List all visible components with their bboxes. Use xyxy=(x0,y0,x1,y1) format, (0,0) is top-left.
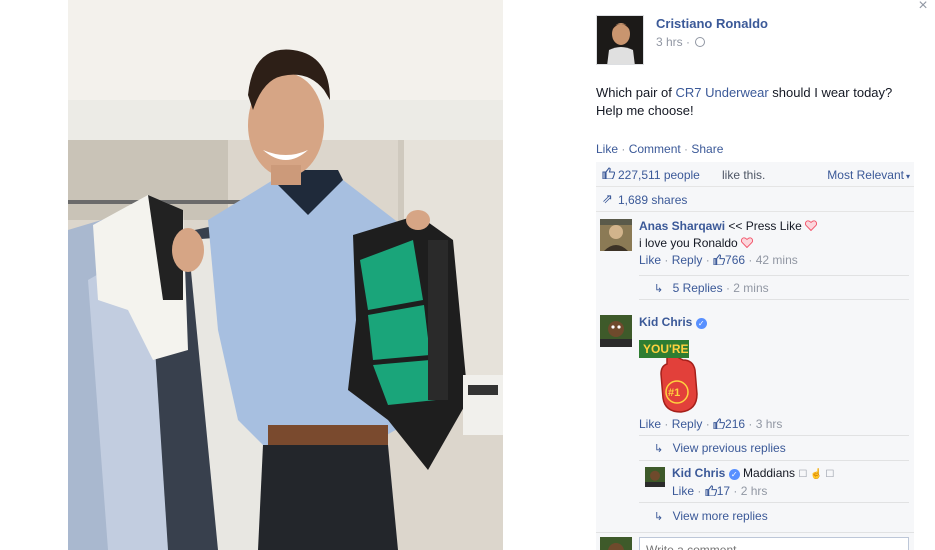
divider xyxy=(639,299,909,300)
view-more-row[interactable]: ↳ View more replies xyxy=(654,508,768,526)
own-avatar xyxy=(600,537,632,550)
reply-avatar[interactable] xyxy=(645,467,665,487)
verified-badge-icon: ✓ xyxy=(728,469,740,480)
comment-author[interactable]: Anas Sharqawi xyxy=(639,219,725,233)
likes-rest: like this. xyxy=(722,168,766,182)
view-previous-replies-link[interactable]: View previous replies xyxy=(673,441,786,455)
comment-button[interactable]: Comment xyxy=(629,142,681,156)
shares-row: ⇗ 1,689 shares xyxy=(596,187,914,212)
comment-like-count[interactable]: 766 xyxy=(725,253,745,267)
replies-time: 2 mins xyxy=(733,281,769,295)
share-button[interactable]: Share xyxy=(691,142,723,156)
verified-badge-icon: ✓ xyxy=(695,318,707,329)
reply-time[interactable]: 2 hrs xyxy=(741,484,768,498)
reply-arrow-icon: ↳ xyxy=(654,443,664,455)
post-meta: 3 hrs · xyxy=(656,35,706,49)
comment-item: Kid Chris ✓ YOU'RE #1 Like · Reply · 216… xyxy=(596,312,914,524)
reply-like-count[interactable]: 17 xyxy=(717,484,730,498)
caret-down-icon: ▾ xyxy=(905,172,910,181)
post-panel: Cristiano Ronaldo 3 hrs · Which pair of … xyxy=(585,0,925,550)
comment-like-link[interactable]: Like xyxy=(639,417,661,431)
reply-text: Maddians xyxy=(739,466,799,480)
reply-author[interactable]: Kid Chris xyxy=(672,466,725,480)
comment-text: << Press Like xyxy=(725,219,802,233)
comment-text-line2: i love you Ronaldo xyxy=(639,236,738,250)
photo-area xyxy=(0,0,575,550)
likes-count[interactable]: 227,511 people xyxy=(618,168,700,182)
post-photo-illustration xyxy=(68,0,503,550)
avatar-image xyxy=(597,16,643,64)
share-arrow-icon: ⇗ xyxy=(602,191,613,206)
avatar-image xyxy=(645,467,665,487)
post-photo[interactable] xyxy=(68,0,503,550)
foam-finger-sticker-icon: YOU'RE #1 xyxy=(639,340,698,413)
reply-meta: Like · 17 · 2 hrs xyxy=(672,484,768,498)
commenter-avatar[interactable] xyxy=(600,219,632,251)
post-text-before: Which pair of xyxy=(596,85,676,100)
avatar-image xyxy=(600,537,632,550)
post-link[interactable]: CR7 Underwear xyxy=(675,85,768,100)
placeholder-glyph-icon: ☐ ☝ ☐ xyxy=(798,469,835,480)
comment-like-link[interactable]: Like xyxy=(639,253,661,267)
comment-time[interactable]: 42 mins xyxy=(756,253,798,267)
comment-like-count[interactable]: 216 xyxy=(725,417,745,431)
view-previous-row[interactable]: ↳ View previous replies xyxy=(654,440,786,458)
comment-time[interactable]: 3 hrs xyxy=(756,417,783,431)
post-actions: Like · Comment · Share xyxy=(596,142,723,156)
view-more-replies-link[interactable]: View more replies xyxy=(673,509,768,523)
thumbs-up-icon xyxy=(602,167,615,179)
likes-row: 227,511 people like this. Most Relevant ▾ xyxy=(596,162,914,187)
reply-arrow-icon: ↳ xyxy=(654,283,664,295)
thumbs-up-icon xyxy=(705,485,717,497)
comment-reply-link[interactable]: Reply xyxy=(672,417,703,431)
divider xyxy=(639,502,909,503)
like-button[interactable]: Like xyxy=(596,142,618,156)
sort-dropdown[interactable]: Most Relevant ▾ xyxy=(827,168,910,182)
sort-label: Most Relevant xyxy=(827,168,904,182)
replies-link[interactable]: 5 Replies xyxy=(673,281,723,295)
shares-count[interactable]: 1,689 shares xyxy=(618,193,687,207)
write-comment-row xyxy=(596,532,914,550)
heart-icon xyxy=(805,220,818,231)
commenter-avatar[interactable] xyxy=(600,315,632,347)
post-time[interactable]: 3 hrs · xyxy=(656,35,690,49)
avatar-image xyxy=(600,219,632,251)
author-name[interactable]: Cristiano Ronaldo xyxy=(656,16,768,31)
comment-meta: Like · Reply · 766 · 42 mins xyxy=(639,253,798,267)
author-avatar[interactable] xyxy=(596,15,644,65)
sticker-text-line2: #1 xyxy=(668,387,680,399)
action-separator: · xyxy=(680,142,692,156)
reply-like-link[interactable]: Like xyxy=(672,484,694,498)
comment-meta: Like · Reply · 216 · 3 hrs xyxy=(639,417,783,431)
divider xyxy=(639,435,909,436)
post-text: Which pair of CR7 Underwear should I wea… xyxy=(596,84,916,120)
thumbs-up-icon xyxy=(713,418,726,430)
write-comment-input[interactable] xyxy=(639,537,909,550)
divider xyxy=(639,460,909,461)
action-separator: · xyxy=(618,142,629,156)
comment-reply-link[interactable]: Reply xyxy=(672,253,703,267)
reply-arrow-icon: ↳ xyxy=(654,511,664,523)
avatar-image xyxy=(600,315,632,347)
sticker[interactable]: YOU'RE #1 xyxy=(639,334,717,414)
thumbs-up-icon xyxy=(713,254,726,266)
sticker-text-line1: YOU'RE xyxy=(643,342,689,356)
globe-icon xyxy=(695,37,706,47)
replies-link-row[interactable]: ↳ 5 Replies · 2 mins xyxy=(654,280,769,298)
divider xyxy=(639,275,909,276)
comment-author[interactable]: Kid Chris xyxy=(639,315,692,329)
heart-icon xyxy=(741,237,754,248)
feedback-area: 227,511 people like this. Most Relevant ▾… xyxy=(596,162,914,550)
comment-item: Anas Sharqawi << Press Like i love you R… xyxy=(596,212,914,300)
